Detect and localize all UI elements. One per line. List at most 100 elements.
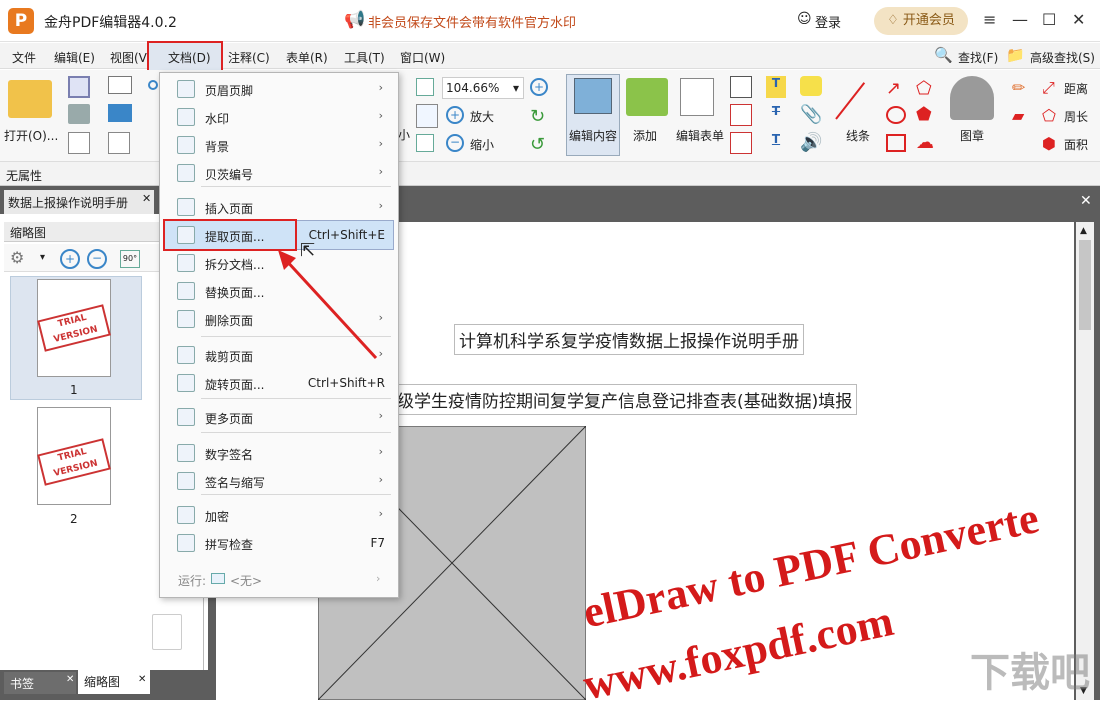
menu-form[interactable]: 表单(R) (286, 49, 328, 66)
zoom-in-button[interactable]: 放大 (470, 108, 494, 125)
scroll-up-icon[interactable]: ▲ (1080, 226, 1087, 236)
zoom-out-button[interactable]: 缩小 (470, 136, 494, 153)
menu-annotation[interactable]: 注释(C) (228, 49, 270, 66)
polygon-cloud-icon[interactable]: ⬠ (916, 78, 932, 99)
find-icon[interactable]: 🔍 (934, 46, 953, 64)
note-icon[interactable] (800, 76, 822, 96)
rotate-90-icon[interactable]: 90° (120, 250, 140, 268)
menu-file[interactable]: 文件 (12, 49, 36, 66)
highlight-text-icon[interactable]: T (766, 76, 786, 98)
zoom-plus-icon[interactable]: + (530, 78, 548, 96)
minimize-icon[interactable]: — (1012, 10, 1028, 29)
add-icon[interactable] (626, 78, 668, 116)
polygon-icon[interactable]: ⬟ (916, 104, 932, 125)
underline-icon[interactable]: T (766, 132, 786, 154)
rotate-ccw-icon[interactable]: ↺ (530, 134, 545, 155)
menu-item-background[interactable]: 背景 › (163, 132, 393, 158)
login-link[interactable]: 登录 (815, 12, 841, 31)
submenu-arrow-icon: › (378, 81, 383, 94)
distance-icon[interactable]: ⤢ (1042, 78, 1055, 98)
menu-window[interactable]: 窗口(W) (400, 49, 445, 66)
strikeout-icon[interactable]: T (766, 104, 786, 126)
advanced-find-button[interactable]: 高级查找(S) (1030, 49, 1095, 66)
open-folder-icon[interactable] (8, 80, 52, 118)
close-document-icon[interactable]: ✕ (1080, 193, 1092, 209)
stamp-icon[interactable] (950, 76, 994, 120)
menu-run-value: <无> (230, 574, 263, 588)
menu-shortcut: F7 (370, 536, 385, 550)
chevron-down-icon[interactable]: ▾ (40, 252, 45, 263)
folder-search-icon[interactable]: 📁 (1006, 46, 1025, 64)
menu-icon[interactable]: ≡ (983, 10, 996, 29)
email-icon[interactable] (108, 76, 132, 94)
actual-size-icon[interactable] (416, 134, 434, 152)
zoom-select[interactable]: 104.66% ▾ (442, 77, 524, 99)
rotate-page-icon (177, 374, 195, 392)
menu-item-insert-page[interactable]: 插入页面 › (163, 194, 393, 220)
page-number-1: 1 (70, 383, 78, 397)
new-document-icon[interactable] (108, 132, 130, 154)
edit-form-icon[interactable] (680, 78, 714, 116)
close-icon[interactable]: ✕ (1072, 10, 1085, 29)
menu-item-rotate-page[interactable]: 旋转页面... Ctrl+Shift+R (163, 370, 393, 396)
insert-page-icon (177, 198, 195, 216)
menu-item-spell-check[interactable]: 拼写检查 F7 (163, 530, 393, 556)
scrollbar-thumb[interactable] (1079, 240, 1091, 330)
menu-item-bates-number[interactable]: 贝茨编号 › (163, 160, 393, 186)
menu-item-header-footer[interactable]: 页眉页脚 › (163, 76, 393, 102)
eraser-icon[interactable]: ▰ (1012, 106, 1024, 125)
stamp-button[interactable]: 图章 (960, 127, 984, 144)
fit-width-icon[interactable] (416, 104, 438, 128)
sound-icon[interactable]: 🔊 (800, 132, 822, 153)
distance-button[interactable]: 距离 (1064, 80, 1088, 97)
add-button[interactable]: 添加 (633, 127, 657, 144)
save-icon[interactable] (68, 76, 90, 98)
rotate-cw-icon[interactable]: ↻ (530, 106, 545, 127)
edit-content-icon (574, 78, 612, 114)
zoom-in-icon[interactable]: + (446, 106, 464, 124)
bookmark-tab-close-icon[interactable]: ✕ (66, 674, 74, 685)
upload-icon[interactable] (108, 104, 132, 122)
menu-item-watermark[interactable]: 水印 › (163, 104, 393, 130)
area-icon[interactable]: ⬢ (1042, 134, 1056, 153)
thumb-zoom-out-icon[interactable]: − (87, 249, 107, 269)
header-footer-icon (177, 80, 195, 98)
cloud-icon[interactable]: ☁ (916, 132, 934, 153)
menu-item-encrypt[interactable]: 加密 › (163, 502, 393, 528)
zoom-out-icon[interactable]: − (446, 134, 464, 152)
print-icon[interactable] (68, 104, 90, 124)
edit-form-button[interactable]: 编辑表单 (676, 127, 724, 144)
textbox-icon[interactable] (730, 76, 752, 98)
settings-gear-icon[interactable]: ⚙ (10, 248, 24, 267)
document-tab[interactable]: 数据上报操作说明手册 (4, 190, 154, 214)
menu-item-digital-signature[interactable]: 数字签名 › (163, 440, 393, 466)
thumb-zoom-in-icon[interactable]: + (60, 249, 80, 269)
menu-item-more-pages[interactable]: 更多页面 › (163, 404, 393, 430)
export-icon[interactable] (68, 132, 90, 154)
arrow-tool-icon[interactable]: ↗ (886, 78, 901, 99)
fit-page-icon[interactable] (416, 78, 434, 96)
tab-close-icon[interactable]: ✕ (142, 192, 151, 205)
menu-view[interactable]: 视图(V) (110, 49, 152, 66)
menu-tools[interactable]: 工具(T) (344, 49, 385, 66)
vip-button[interactable]: ♢ 开通会员 (874, 7, 968, 35)
perimeter-icon[interactable]: ⬠ (1042, 106, 1056, 125)
nav-icon[interactable] (148, 80, 158, 90)
typewriter-icon[interactable] (730, 132, 752, 154)
rectangle-tool-icon[interactable] (886, 134, 906, 152)
attachment-icon[interactable]: 📎 (800, 104, 822, 125)
app-title: 金舟PDF编辑器4.0.2 (44, 15, 177, 31)
ellipse-tool-icon[interactable] (886, 106, 906, 124)
user-icon[interactable]: ☺ (797, 11, 812, 27)
perimeter-button[interactable]: 周长 (1064, 108, 1088, 125)
maximize-icon[interactable]: ☐ (1042, 10, 1056, 29)
menu-item-sign-initial[interactable]: 签名与缩写 › (163, 468, 393, 494)
pencil-icon[interactable]: ✏ (1012, 78, 1025, 97)
callout-icon[interactable] (730, 104, 752, 126)
menu-edit[interactable]: 编辑(E) (54, 49, 95, 66)
watermark-notice[interactable]: 非会员保存文件会带有软件官方水印 (368, 12, 576, 31)
thumbnail-tab-close-icon[interactable]: ✕ (138, 674, 146, 685)
area-button[interactable]: 面积 (1064, 136, 1088, 153)
find-button[interactable]: 查找(F) (958, 49, 998, 66)
open-button[interactable]: 打开(O)... (4, 127, 58, 144)
